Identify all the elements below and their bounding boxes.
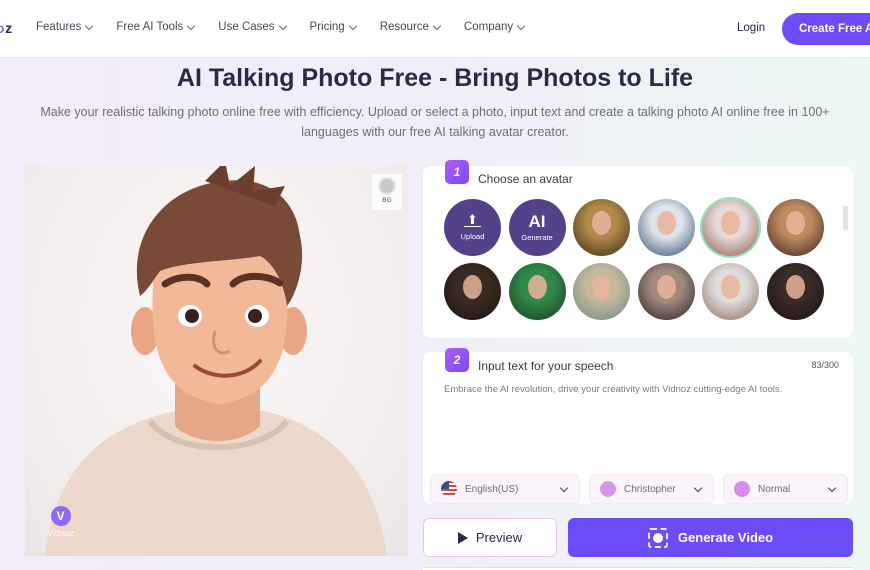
play-icon <box>457 531 468 544</box>
chevron-down-icon <box>187 21 196 30</box>
cartoon-man-illustration <box>45 166 387 556</box>
generate-video-button[interactable]: Generate Video <box>568 518 853 557</box>
chevron-down-icon <box>278 21 287 30</box>
avatar-grid-scrollbar[interactable] <box>843 206 848 230</box>
avatar-face <box>527 275 547 299</box>
background-swatch-icon <box>378 177 396 195</box>
menu-label: Resource <box>379 21 429 33</box>
generate-label: Generate Video <box>677 530 774 545</box>
voice-value: Christopher <box>624 483 676 495</box>
watermark-text: Vidnoz <box>47 528 75 538</box>
avatar-option-einstein[interactable] <box>637 199 695 256</box>
avatar-preview: BG V Vidnoz <box>25 166 408 556</box>
upload-avatar-button[interactable]: ⬆ Upload <box>444 199 501 256</box>
avatar-option-cartoon-man-selected[interactable] <box>702 199 759 256</box>
page-subtitle: Make your realistic talking photo online… <box>40 105 830 139</box>
top-nav: oz Features Free AI Tools Use Cases Pric… <box>0 0 870 58</box>
avatar-face <box>463 275 482 299</box>
avatar-option-woman-black-hat[interactable] <box>637 263 695 320</box>
avatar-face <box>592 211 611 235</box>
generate-label: Generate <box>521 233 553 242</box>
avatar-option-shakespeare[interactable] <box>444 263 501 320</box>
vidnoz-logo[interactable]: oz <box>0 20 13 36</box>
language-value: English(US) <box>465 483 519 495</box>
avatar-option-cartoon-woman[interactable] <box>766 199 824 256</box>
menu-company[interactable]: Company <box>463 21 526 33</box>
avatar-option-lady-hat[interactable] <box>573 263 630 320</box>
avatar-face <box>721 211 740 235</box>
step-2-badge: 2 <box>445 348 469 372</box>
avatar-grid: ⬆ Upload AI Generate <box>444 199 824 320</box>
avatar-face <box>656 275 676 299</box>
chevron-down-icon <box>85 21 94 30</box>
us-flag-icon <box>441 481 457 497</box>
emotion-value: Normal <box>758 483 791 495</box>
avatar-option-mona-lisa[interactable] <box>573 199 630 256</box>
voice-select[interactable]: Christopher <box>589 474 714 504</box>
menu-use-cases[interactable]: Use Cases <box>218 21 287 33</box>
preview-button[interactable]: Preview <box>423 518 557 557</box>
avatar-face <box>785 275 805 299</box>
menu-label: Features <box>36 21 82 33</box>
avatar-face <box>592 275 611 299</box>
upload-label: Upload <box>460 232 485 241</box>
preview-label: Preview <box>475 530 523 545</box>
menu-free-ai-tools[interactable]: Free AI Tools <box>116 21 196 33</box>
speech-text-panel: 2 Input text for your speech 83/300 Embr… <box>423 348 853 504</box>
speech-text-title: Input text for your speech <box>478 359 614 373</box>
choose-avatar-panel: 1 Choose an avatar ⬆ Upload AI Generate <box>423 160 853 338</box>
emotion-select[interactable]: Normal <box>723 474 848 504</box>
create-free-account-button[interactable]: Create Free A <box>782 13 870 45</box>
step-1-badge: 1 <box>445 160 469 184</box>
chevron-down-icon <box>348 21 357 30</box>
avatar-face <box>721 275 740 299</box>
menu-label: Company <box>463 21 514 33</box>
avatar-face <box>656 211 676 235</box>
avatar-face <box>785 211 805 235</box>
menu-label: Pricing <box>309 21 345 33</box>
chevron-down-icon <box>516 21 526 30</box>
language-select[interactable]: English(US) <box>430 474 580 504</box>
main-menu: Features Free AI Tools Use Cases Pricing… <box>36 21 548 33</box>
chevron-down-icon <box>693 483 703 493</box>
chevron-down-icon <box>559 483 569 493</box>
upload-icon: ⬆ <box>464 213 481 227</box>
chevron-down-icon <box>432 21 442 30</box>
ai-generate-avatar-button[interactable]: AI Generate <box>508 199 566 256</box>
choose-avatar-title: Choose an avatar <box>478 172 573 186</box>
character-count: 83/300 <box>811 360 839 370</box>
background-button[interactable]: BG <box>372 174 402 210</box>
speech-textarea[interactable]: Embrace the AI revolution, drive your cr… <box>444 382 834 397</box>
avatar-option-wonder-woman[interactable] <box>766 263 824 320</box>
avatar-option-frida[interactable] <box>508 263 566 320</box>
voice-options: English(US) Christopher Normal <box>430 474 848 504</box>
login-link[interactable]: Login <box>737 22 765 34</box>
video-capture-icon <box>647 527 668 548</box>
avatar-option-cartoon-boy[interactable] <box>702 263 759 320</box>
menu-features[interactable]: Features <box>36 21 94 33</box>
ai-generate-icon: AI <box>528 212 546 231</box>
page-title: AI Talking Photo Free - Bring Photos to … <box>176 64 694 92</box>
menu-label: Use Cases <box>218 21 275 33</box>
menu-resource[interactable]: Resource <box>379 21 442 33</box>
menu-label: Free AI Tools <box>116 21 184 33</box>
chevron-down-icon <box>827 483 837 493</box>
vidnoz-watermark: V Vidnoz <box>47 506 74 538</box>
background-label: BG <box>382 197 392 204</box>
person-icon <box>600 481 616 497</box>
menu-pricing[interactable]: Pricing <box>309 21 357 33</box>
vidnoz-mark-icon: V <box>50 506 71 526</box>
smiley-icon <box>734 481 750 497</box>
